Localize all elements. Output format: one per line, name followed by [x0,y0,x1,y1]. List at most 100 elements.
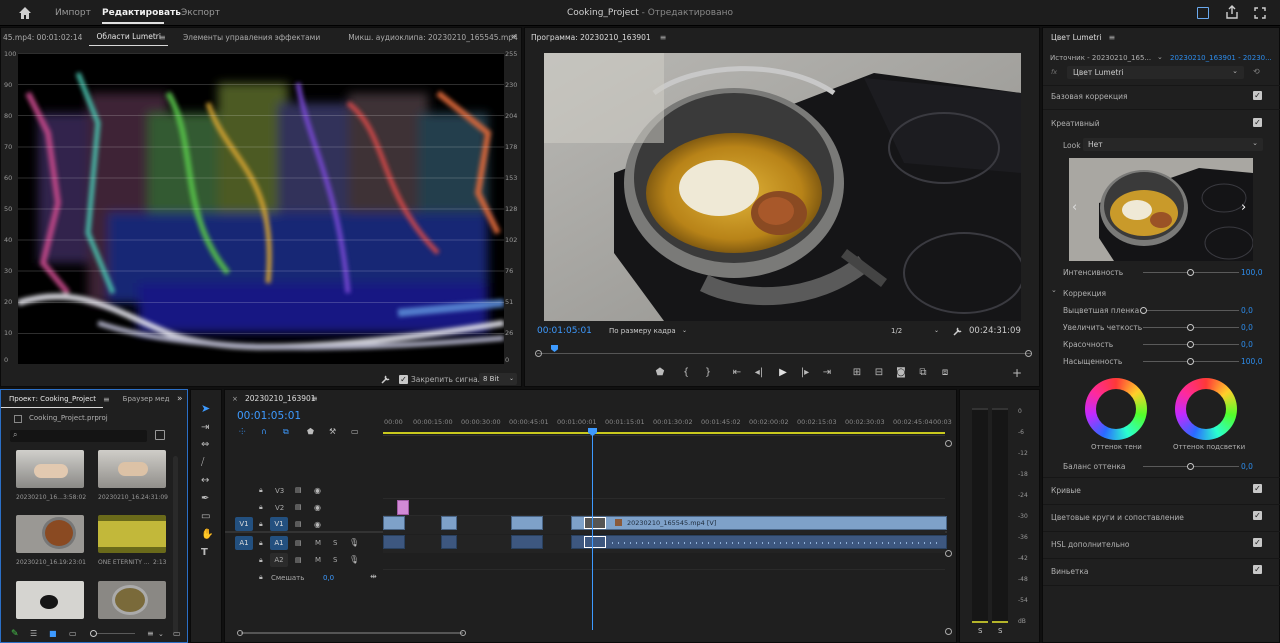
timeline-playhead[interactable] [592,428,593,630]
fullscreen-icon[interactable] [1254,7,1266,19]
lock-icon[interactable]: 🔒︎ [259,539,263,548]
quick-export-icon[interactable] [1197,7,1209,19]
settings-wrench-icon[interactable]: ⚒ [329,427,336,437]
project-thumb-1[interactable] [16,450,84,488]
snap-icon[interactable]: ∩ [261,427,267,437]
source-label[interactable]: Источник - 20230210_165... [1050,54,1151,62]
selection-tool-icon[interactable]: ➤ [201,403,210,414]
solo-right-button[interactable]: S [998,627,1002,635]
saturation-value[interactable]: 100,0 [1241,357,1262,366]
project-thumb-2[interactable] [98,450,166,488]
project-scrollbar[interactable] [173,456,178,636]
resolution-select[interactable]: 1/2 ⌄ [887,325,943,337]
camera-icon[interactable]: ◙ [895,368,907,378]
fit-select[interactable]: По размеру кадра ⌄ [605,325,695,337]
list-view-icon[interactable]: ☰ [30,629,37,638]
project-search-field[interactable]: ⌕ [10,430,147,442]
new-bin-icon[interactable] [155,430,165,440]
home-icon[interactable] [18,6,32,20]
eye-icon[interactable]: ◉ [314,520,321,529]
tab-menu-icon[interactable]: ≡ [159,33,166,42]
v1-clip-1[interactable] [383,516,405,530]
panel-overflow-icon[interactable]: » [511,32,517,42]
track-target-v1[interactable]: V1 [270,517,288,531]
tab-effect-controls[interactable]: Элементы управления эффектами [176,28,327,46]
lock-icon[interactable]: 🔒︎ [259,486,263,495]
tab-edit[interactable]: Редактировать [102,8,181,18]
reset-icon[interactable]: ⟲ [1253,67,1260,76]
tab-lumetri-color[interactable]: Цвет Lumetri [1043,28,1108,46]
source-patch-a1[interactable]: A1 [235,536,253,550]
mute-a1[interactable]: M [315,539,321,547]
share-icon[interactable] [1226,5,1238,19]
step-back-icon[interactable]: ◂| [753,368,765,378]
chevron-right-icon[interactable]: › [1241,200,1246,215]
look-select[interactable]: Нет ⌄ [1083,138,1263,151]
intensity-knob[interactable] [1187,269,1194,276]
slip-icon[interactable]: ↔ [201,476,209,486]
playhead-marker[interactable] [551,345,558,352]
eye-icon[interactable]: ◉ [314,486,321,495]
type-tool-icon[interactable]: T [201,548,208,558]
razor-icon[interactable]: ⧸ [201,458,204,468]
vignette-label[interactable]: Виньетка [1051,567,1088,576]
tab-source-clip[interactable]: 45.mp4: 00:01:02:14 [1,28,89,46]
a1-clip-2[interactable] [441,535,457,549]
scroll-start-handle[interactable] [237,630,243,636]
vignette-checkbox[interactable]: ✓ [1253,565,1262,574]
lock-icon[interactable]: 🔒︎ [259,573,263,582]
ripple-edit-icon[interactable]: ⇔ [201,440,209,450]
basic-correction-checkbox[interactable]: ✓ [1253,91,1262,100]
highlight-tint-wheel[interactable] [1175,378,1237,440]
clamp-signal-checkbox[interactable]: ✓ [399,375,408,384]
icon-view-icon[interactable]: ■ [49,629,57,638]
timeline-scrollbar[interactable] [237,630,466,636]
menu-icon[interactable]: ≡ [660,33,667,42]
faded-film-slider[interactable] [1140,307,1239,314]
overwrite-icon[interactable]: ⊟ [873,368,885,378]
menu-icon[interactable]: ≡ [103,395,110,404]
v1-clip-3[interactable] [511,516,543,530]
hsl-secondary-label[interactable]: HSL дополнительно [1051,540,1130,549]
intensity-slider[interactable] [1143,269,1239,276]
saturation-knob[interactable] [1187,358,1194,365]
multicam-icon[interactable]: ⧈ [939,368,951,378]
add-button-icon[interactable]: + [1011,367,1023,379]
tab-program[interactable]: Программа: 20230210_163901 [525,28,658,46]
track-select-icon[interactable]: ⇥ [201,423,209,433]
faded-film-knob[interactable] [1140,307,1147,314]
compare-icon[interactable]: ⧉ [917,368,929,378]
folder-icon[interactable]: ▭ [173,629,181,638]
saturation-slider[interactable] [1143,358,1239,365]
track-scroll-handle[interactable] [945,550,952,557]
tint-balance-slider[interactable] [1143,463,1239,470]
bit-depth-select[interactable]: 8 Bit ⌄ [479,373,517,385]
film-icon[interactable]: ▤ [295,503,302,511]
lock-icon[interactable]: 🔒︎ [259,556,263,565]
curves-label[interactable]: Кривые [1051,486,1081,495]
freeform-view-icon[interactable]: ▭ [69,629,77,638]
go-to-out-icon[interactable]: ⇥ [821,368,833,378]
vibrance-slider[interactable] [1143,341,1239,348]
eye-icon[interactable]: ◉ [314,503,321,512]
timeline-ruler[interactable]: 00:00 00:00:15:00 00:00:30:00 00:00:45:0… [383,416,952,436]
rectangle-icon[interactable]: ▭ [201,512,210,522]
program-timecode[interactable]: 00:01:05:01 [537,326,592,336]
scroll-handle-right[interactable] [945,440,952,447]
creative-label[interactable]: Креативный [1051,119,1100,128]
correction-label[interactable]: Коррекция [1063,289,1106,298]
pen-icon[interactable]: ✒ [201,494,209,504]
v1-clip-4[interactable]: 20230210_165545.mp4 [V] [571,516,947,530]
basic-correction-label[interactable]: Базовая коррекция [1051,92,1128,101]
film-icon[interactable]: ▤ [295,520,302,528]
intensity-value[interactable]: 100,0 [1241,268,1262,277]
curves-checkbox[interactable]: ✓ [1253,484,1262,493]
zoom-slider[interactable] [90,630,135,637]
sharpen-value[interactable]: 0,0 [1241,323,1253,332]
effect-select[interactable]: Цвет Lumetri ⌄ [1067,66,1244,79]
source-patch-v1[interactable]: V1 [235,517,253,531]
lock-icon[interactable]: 🔒︎ [259,503,263,512]
panel-overflow-icon[interactable]: » [177,394,183,404]
go-to-in-icon[interactable]: ⇤ [731,368,743,378]
step-forward-icon[interactable]: |▸ [799,368,811,378]
